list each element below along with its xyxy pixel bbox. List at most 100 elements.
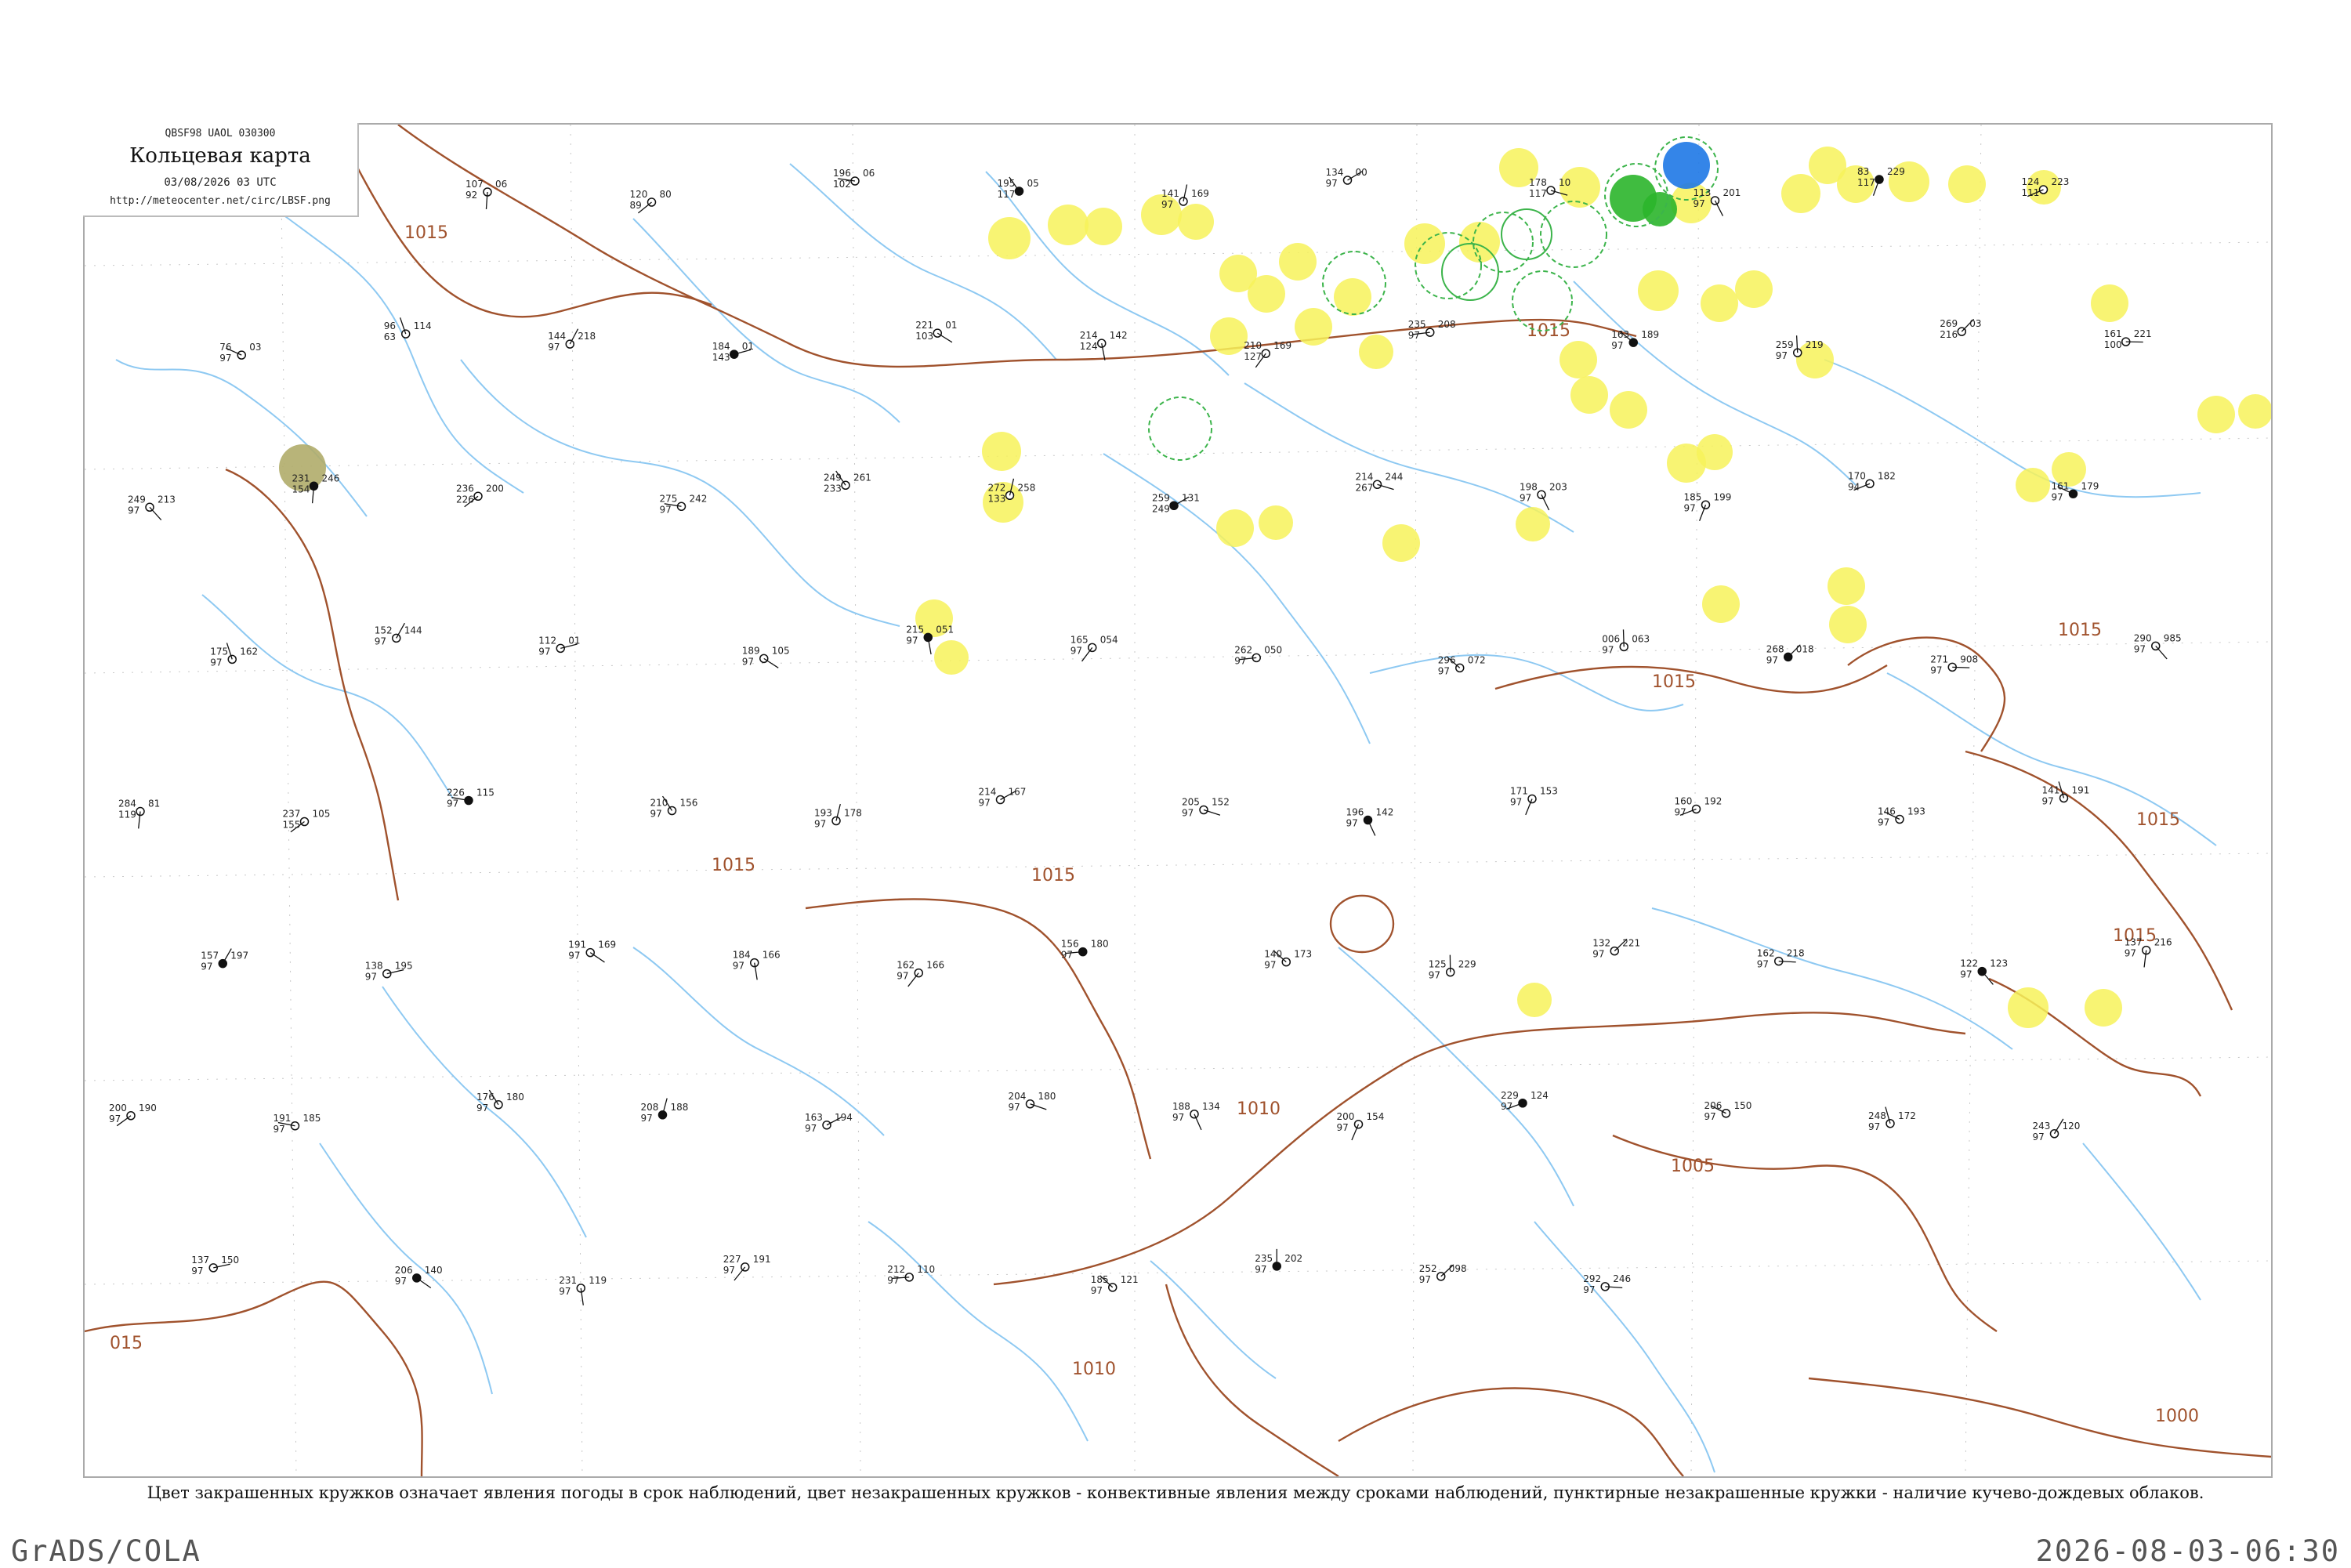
station-dewpoint: 97 (814, 819, 826, 830)
station-pressure: 178 (844, 808, 862, 819)
station-pressure: 223 (2052, 176, 2070, 187)
station-temperature: 210 (650, 798, 668, 809)
station-pressure: 202 (1284, 1253, 1302, 1264)
station-pressure: 261 (853, 472, 871, 483)
station-temperature: 191 (568, 940, 586, 951)
station-dewpoint: 97 (476, 1103, 488, 1114)
station-plot: 19197185 (273, 1113, 321, 1135)
station-plot: 24997 213 (128, 494, 176, 520)
station-dewpoint: 97 (1611, 340, 1623, 351)
station-temperature: 83 (1857, 166, 1869, 177)
station-pressure: 05 (1027, 178, 1039, 189)
station-pressure: 162 (240, 646, 258, 657)
isobar-label: 1015 (2058, 621, 2102, 640)
station-plot: 14097173 (1264, 949, 1312, 971)
station-dewpoint: 249 (1152, 503, 1170, 514)
isobar-label: 1010 (1072, 1360, 1116, 1379)
station-temperature: 122 (1960, 958, 1978, 969)
station-dewpoint: 117 (998, 189, 1016, 200)
station-temperature: 178 (1529, 177, 1547, 188)
station-dewpoint: 97 (1960, 969, 1972, 980)
station-dewpoint: 97 (1930, 664, 1942, 675)
station-dewpoint: 97 (1501, 1101, 1512, 1112)
station-temperature: 162 (897, 960, 915, 971)
station-dewpoint: 97 (128, 505, 139, 516)
station-temperature: 259 (1776, 339, 1794, 350)
station-dewpoint: 89 (630, 200, 642, 211)
station-plot: 23597208 (1408, 319, 1456, 341)
station-dewpoint: 97 (1694, 198, 1705, 209)
station-plot: 9663114 (384, 317, 432, 342)
station-plot: 19511705 (998, 177, 1039, 200)
station-pressure: 167 (1009, 787, 1027, 798)
station-dewpoint: 97 (1172, 1112, 1184, 1123)
wind-barb (1982, 972, 1993, 985)
wind-barb (2156, 646, 2167, 659)
station-plot: 16397189 (1611, 329, 1659, 351)
station-temperature: 249 (128, 494, 146, 505)
map-frame: 1015 1015 1015 1015 1015 1015 1015 1015 … (83, 123, 2273, 1478)
station-dewpoint: 97 (1704, 1111, 1716, 1122)
station-dewpoint: 97 (548, 342, 560, 353)
station-temperature: 262 (1234, 644, 1252, 655)
station-temperature: 208 (641, 1102, 659, 1113)
station-dewpoint: 97 (805, 1123, 817, 1134)
station-temperature: 165 (1070, 634, 1089, 645)
station-pressure: 221 (2134, 328, 2152, 339)
station-pressure: 142 (1376, 807, 1394, 818)
bulletin-code: QBSF98 UAOL 030300 (83, 128, 357, 139)
station-pressure: 185 (303, 1113, 321, 1124)
station-dewpoint: 97 (538, 646, 550, 657)
station-temperature: 134 (1326, 167, 1344, 178)
station-temperature: 132 (1592, 938, 1610, 949)
station-dewpoint: 97 (1510, 797, 1522, 808)
station-pressure: 105 (772, 645, 790, 656)
isobar-label: 1015 (1031, 866, 1075, 885)
station-dewpoint: 97 (1061, 950, 1073, 961)
station-plot: 237155105 (283, 809, 331, 832)
station-pressure: 200 (486, 483, 504, 494)
station-pressure: 213 (158, 494, 176, 505)
station-plot: 16597054 (1070, 634, 1118, 661)
station-temperature: 140 (1264, 949, 1282, 960)
station-plot: 27597242 (660, 493, 708, 515)
station-pressure: 985 (2164, 632, 2182, 643)
station-plot: 16097192 (1675, 796, 1722, 818)
station-dewpoint: 154 (292, 483, 310, 494)
station-temperature: 138 (365, 961, 383, 972)
station-temperature: 269 (1940, 318, 1958, 329)
station-dewpoint: 92 (465, 190, 477, 201)
station-plot: 21097156 (650, 796, 698, 819)
station-pressure: 208 (1438, 319, 1456, 330)
station-dewpoint: 97 (979, 798, 991, 809)
station-pressure: 229 (1887, 166, 1905, 177)
station-pressure: 072 (1468, 654, 1486, 665)
station-dewpoint: 97 (906, 635, 918, 646)
station-temperature: 290 (2134, 632, 2152, 643)
station-temperature: 236 (456, 483, 474, 494)
station-pressure: 018 (1796, 643, 1814, 654)
station-pressure: 156 (680, 798, 698, 809)
station-plot: 20097154 (1337, 1111, 1385, 1140)
station-plot: 25297098 (1419, 1263, 1467, 1285)
station-dewpoint: 97 (2033, 1132, 2045, 1143)
station-dewpoint: 97 (1182, 808, 1194, 819)
station-temperature: 231 (559, 1275, 577, 1286)
station-dewpoint: 97 (1438, 665, 1450, 676)
station-pressure: 150 (1734, 1100, 1752, 1111)
station-plot: 26921603 (1940, 318, 1981, 340)
station-dewpoint: 102 (833, 179, 851, 190)
station-pressure: 105 (313, 809, 331, 820)
station-temperature: 006 (1602, 633, 1620, 644)
station-plot: 20897188 (641, 1098, 689, 1123)
station-dewpoint: 143 (712, 352, 730, 363)
station-dewpoint: 111 (2022, 187, 2040, 198)
isobar-label: 1015 (712, 856, 755, 875)
station-plot: 17094182 (1848, 470, 1896, 492)
station-temperature: 226 (447, 788, 465, 798)
station-plot: 15297144 (375, 623, 422, 646)
station-temperature: 206 (395, 1265, 413, 1276)
station-pressure: 121 (1121, 1274, 1139, 1285)
station-dewpoint: 97 (1684, 502, 1696, 513)
station-temperature: 185 (1091, 1274, 1109, 1285)
